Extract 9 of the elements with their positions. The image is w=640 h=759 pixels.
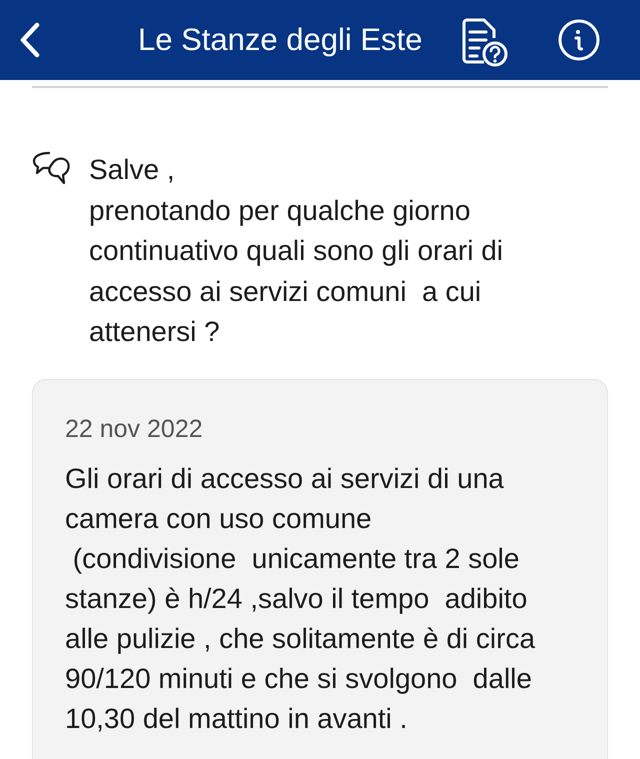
- faq-button[interactable]: [462, 18, 508, 68]
- answer-text: Gli orari di accesso ai servizi di una camera con uso comune (condivisione unicamente tra 2 sole stanze) è h/24 ,salvo il tempo adibito alle pulizie , che solitamente è di circa 90/120 minuti e che si svolgono dalle 10,30 del mattino in avanti .: [65, 462, 536, 736]
- screen-title: Le Stanze degli Este: [138, 22, 424, 58]
- info-button[interactable]: [558, 19, 600, 61]
- document-question-icon: [462, 18, 508, 68]
- back-chevron-icon: [19, 22, 41, 58]
- question-text: Salve , prenotando per qualche giorno continuativo quali sono gli orari di accesso ai servizi comuni a cui attenersi ?: [89, 153, 504, 349]
- answer-date: 22 nov 2022: [65, 414, 204, 444]
- info-icon: [558, 19, 600, 61]
